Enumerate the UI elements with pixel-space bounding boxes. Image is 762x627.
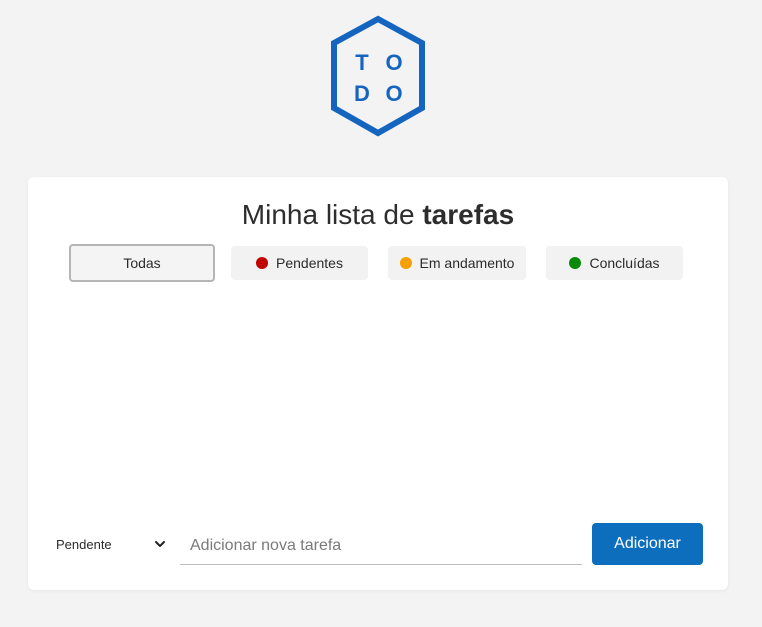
page-title: Minha lista de tarefas: [28, 197, 728, 233]
todo-logo: T O D O: [329, 14, 427, 138]
green-dot-icon: [569, 257, 582, 269]
title-bold: tarefas: [422, 199, 515, 230]
task-list: [68, 297, 688, 517]
filter-pending-button[interactable]: Pendentes: [231, 246, 368, 280]
filter-all-button[interactable]: Todas: [69, 244, 215, 282]
logo-letter-t: T: [355, 50, 369, 75]
logo-letter-o: O: [385, 50, 402, 75]
red-dot-icon: [256, 257, 269, 269]
add-task-button[interactable]: Adicionar: [592, 523, 703, 565]
status-select[interactable]: Pendente: [48, 529, 174, 559]
filter-all-label: Todas: [123, 255, 161, 271]
logo-letter-d: D: [354, 81, 370, 106]
filter-pending-label: Pendentes: [276, 255, 343, 271]
chevron-down-icon: [155, 541, 165, 547]
todo-card: Minha lista de tarefas Todas Pendentes E…: [28, 177, 728, 590]
filter-completed-label: Concluídas: [589, 255, 660, 271]
filter-in-progress-label: Em andamento: [419, 255, 515, 271]
status-select-value: Pendente: [56, 536, 112, 552]
logo-letter-o2: O: [385, 81, 402, 106]
hexagon-logo-icon: T O D O: [331, 15, 425, 137]
filter-completed-button[interactable]: Concluídas: [546, 246, 683, 280]
new-task-input[interactable]: [180, 527, 582, 565]
orange-dot-icon: [399, 257, 412, 269]
title-regular: Minha lista de: [241, 199, 423, 230]
filter-in-progress-button[interactable]: Em andamento: [388, 246, 526, 280]
